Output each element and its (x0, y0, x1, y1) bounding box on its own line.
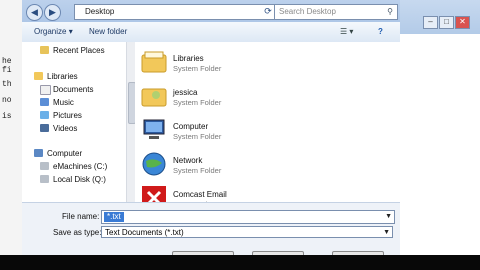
address-field[interactable]: Desktop (74, 4, 292, 20)
user-folder-icon (141, 88, 167, 107)
back-icon[interactable]: ◀ (26, 4, 43, 21)
search-placeholder: Search Desktop (279, 7, 336, 16)
nav-item-music[interactable]: Music (53, 98, 74, 107)
file-type: System Folder (173, 132, 222, 141)
new-folder-button[interactable]: New folder (89, 27, 127, 36)
nav-item-pictures[interactable]: Pictures (53, 111, 82, 120)
background-notepad-window: he fi th no is (0, 0, 22, 255)
pictures-icon (40, 111, 49, 119)
file-name: Comcast Email (173, 190, 227, 199)
search-input[interactable]: Search Desktop ⚲ (274, 4, 398, 20)
refresh-icon[interactable]: ⟳ (262, 6, 274, 17)
music-icon (40, 98, 49, 106)
maximize-icon[interactable]: □ (439, 16, 454, 29)
address-location: Desktop (85, 7, 115, 16)
computer-icon (34, 149, 43, 157)
network-globe-icon (142, 152, 166, 176)
file-list: Libraries System Folder jessica System F… (135, 42, 400, 210)
list-item[interactable]: Computer System Folder (135, 114, 385, 148)
view-options-icon[interactable]: ☰ ▾ (340, 27, 353, 36)
background-text-line: th (2, 80, 12, 89)
nav-item-local-disk[interactable]: Local Disk (Q:) (53, 175, 106, 184)
drive-icon (40, 162, 49, 170)
computer-icon (143, 119, 165, 139)
background-window-titlebar: – □ ✕ (400, 0, 480, 34)
organize-label: Organize (34, 27, 67, 36)
recent-places-icon (40, 46, 49, 54)
file-type: System Folder (173, 64, 222, 73)
libraries-icon (34, 72, 43, 80)
chevron-down-icon[interactable]: ▼ (383, 227, 390, 239)
save-dialog: ◀ ▶ Desktop ⟳ Search Desktop ⚲ Organize … (22, 0, 400, 263)
chevron-down-icon[interactable]: ▼ (385, 211, 392, 223)
file-type: System Folder (173, 166, 222, 175)
documents-icon (40, 85, 51, 95)
file-name-value: *.txt (104, 212, 124, 222)
save-form: File name: *.txt ▼ Save as type: Text Do… (22, 202, 400, 263)
navigation-pane: Recent Places Libraries Documents Music … (22, 42, 127, 202)
save-as-type-label: Save as type: (53, 228, 102, 237)
libraries-folder-icon (141, 51, 167, 73)
address-bar: ◀ ▶ Desktop ⟳ Search Desktop ⚲ (26, 4, 406, 21)
list-item[interactable]: Libraries System Folder (135, 46, 385, 80)
nav-item-computer[interactable]: Computer (47, 149, 82, 158)
save-as-type-select[interactable]: Text Documents (*.txt) ▼ (101, 226, 393, 238)
file-name: Computer (173, 122, 209, 131)
file-name-label: File name: (62, 212, 100, 221)
list-item[interactable]: Network System Folder (135, 148, 385, 182)
background-text-line: is (2, 112, 12, 121)
nav-item-documents[interactable]: Documents (53, 85, 93, 94)
list-item[interactable]: jessica System Folder (135, 80, 385, 114)
nav-item-recent-places[interactable]: Recent Places (53, 46, 105, 55)
help-icon[interactable]: ? (378, 27, 383, 36)
toolbar: Organize ▾ New folder ☰ ▾ ? (22, 22, 400, 43)
background-text-line: no (2, 96, 12, 105)
nav-item-videos[interactable]: Videos (53, 124, 77, 133)
save-as-type-value: Text Documents (*.txt) (105, 228, 184, 237)
videos-icon (40, 124, 49, 132)
file-name-input[interactable]: *.txt ▼ (101, 210, 395, 224)
minimize-icon[interactable]: – (423, 16, 438, 29)
search-icon: ⚲ (387, 7, 393, 16)
background-text-line: he (2, 57, 12, 66)
file-type: System Folder (173, 98, 222, 107)
file-name: Network (173, 156, 203, 165)
drive-icon (40, 175, 49, 183)
file-name: jessica (173, 88, 198, 97)
background-window (400, 0, 480, 255)
nav-item-libraries[interactable]: Libraries (47, 72, 78, 81)
close-icon[interactable]: ✕ (455, 16, 470, 29)
file-name: Libraries (173, 54, 204, 63)
background-text-line: fi (2, 66, 12, 75)
nav-item-emachines[interactable]: eMachines (C:) (53, 162, 107, 171)
bottom-black-strip (0, 255, 480, 270)
nav-scrollbar[interactable] (126, 42, 136, 202)
organize-button[interactable]: Organize ▾ (34, 27, 73, 36)
forward-icon[interactable]: ▶ (44, 4, 61, 21)
